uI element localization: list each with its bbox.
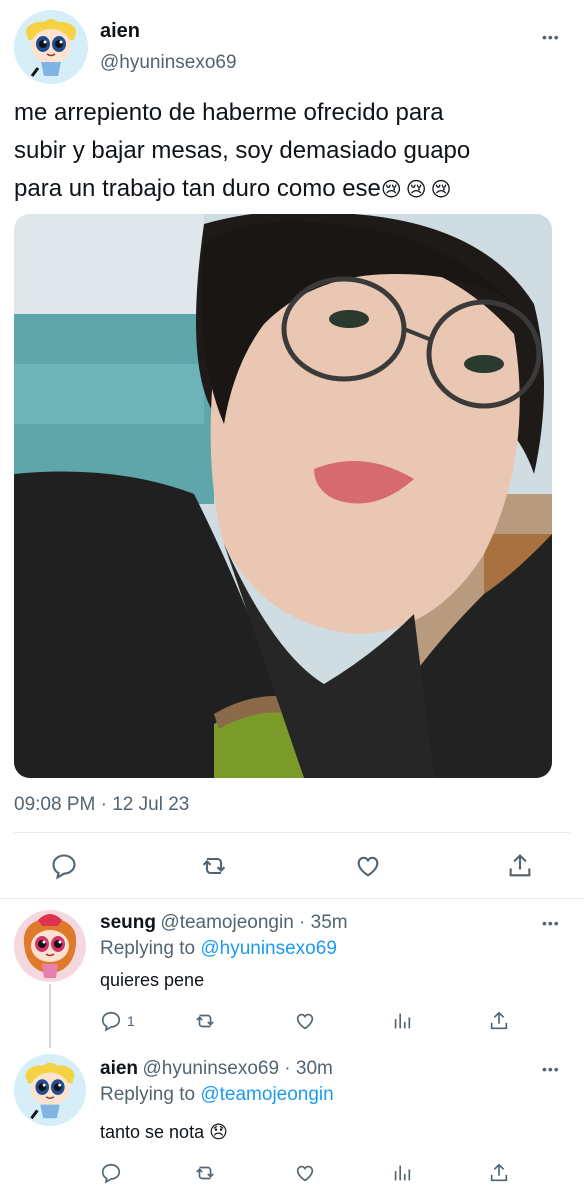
like-icon (357, 856, 379, 877)
tweet-photo[interactable] (14, 214, 552, 778)
like-button[interactable] (294, 1010, 316, 1032)
share-button[interactable] (506, 852, 534, 880)
replying-to-label: Replying to (100, 938, 196, 959)
reply-button[interactable] (50, 852, 78, 880)
analytics-icon (394, 1165, 411, 1181)
retweet-button[interactable] (192, 1162, 218, 1184)
selfie-image (14, 214, 552, 778)
reply-meta[interactable]: @hyuninsexo69 · 30m (142, 1058, 332, 1079)
replying-to-link[interactable]: @teamojeongin (200, 1084, 333, 1105)
tweet-text-line: me arrepiento de haberme ofrecido para (14, 99, 444, 126)
avatar[interactable] (14, 910, 86, 982)
more-icon[interactable]: ••• (542, 916, 560, 930)
bubbles-avatar-icon (14, 1054, 86, 1126)
reply-icon (52, 854, 76, 880)
like-icon (296, 1013, 314, 1030)
analytics-button[interactable] (391, 1010, 413, 1032)
blossom-avatar-icon (14, 910, 86, 982)
reply-header: seung @teamojeongin · 35m (100, 912, 348, 934)
reply-button[interactable]: 1 (100, 1010, 135, 1032)
replying-to-link[interactable]: @hyuninsexo69 (200, 938, 337, 959)
tweet-text-line: subir y bajar mesas, soy demasiado guapo (14, 137, 471, 164)
divider (0, 898, 584, 899)
bubbles-avatar-icon (14, 10, 88, 84)
reply-text: tanto se nota 😞 (100, 1122, 228, 1142)
avatar[interactable] (14, 1054, 86, 1126)
share-icon (509, 854, 531, 877)
replying-to-label: Replying to (100, 1084, 196, 1105)
more-icon[interactable]: ••• (542, 1062, 560, 1076)
reply-text: quieres pene (100, 970, 205, 990)
reply-header: aien @hyuninsexo69 · 30m (100, 1058, 333, 1080)
share-icon (490, 1163, 508, 1182)
share-button[interactable] (488, 1162, 510, 1184)
crying-emoji-icon: 😢😢😢 (380, 179, 456, 201)
reply-author-name[interactable]: seung (100, 912, 156, 933)
reply-author-name[interactable]: aien (100, 1058, 138, 1079)
thread-line (49, 984, 51, 1048)
replying-to: Replying to @teamojeongin (100, 1084, 334, 1106)
more-icon[interactable]: ••• (542, 30, 560, 44)
share-button[interactable] (488, 1010, 510, 1032)
divider (14, 832, 570, 833)
retweet-icon (196, 1166, 214, 1180)
reply-icon (101, 1011, 121, 1032)
replying-to: Replying to @hyuninsexo69 (100, 938, 337, 960)
tweet-timestamp[interactable]: 09:08 PM · 12 Jul 23 (14, 794, 189, 816)
author-name[interactable]: aien (100, 20, 140, 43)
tweet-text: me arrepiento de haberme ofrecido para s… (14, 94, 470, 209)
retweet-button[interactable] (198, 852, 230, 880)
analytics-button[interactable] (391, 1162, 413, 1184)
like-button[interactable] (294, 1162, 316, 1184)
retweet-icon (196, 1014, 214, 1028)
share-icon (490, 1011, 508, 1030)
like-icon (296, 1165, 314, 1182)
like-button[interactable] (354, 852, 382, 880)
reply-count: 1 (127, 1013, 135, 1029)
avatar[interactable] (14, 10, 88, 84)
tweet-text-segment: para un trabajo tan duro como ese (14, 175, 381, 202)
reply-button[interactable] (100, 1162, 122, 1184)
retweet-icon (202, 857, 226, 875)
tweet-text-line: para un trabajo tan duro como ese😢😢😢 (14, 170, 470, 209)
retweet-button[interactable] (192, 1010, 218, 1032)
author-handle[interactable]: @hyuninsexo69 (100, 52, 237, 74)
reply-meta[interactable]: @teamojeongin · 35m (160, 912, 347, 933)
analytics-icon (394, 1013, 411, 1029)
reply-icon (101, 1163, 121, 1184)
